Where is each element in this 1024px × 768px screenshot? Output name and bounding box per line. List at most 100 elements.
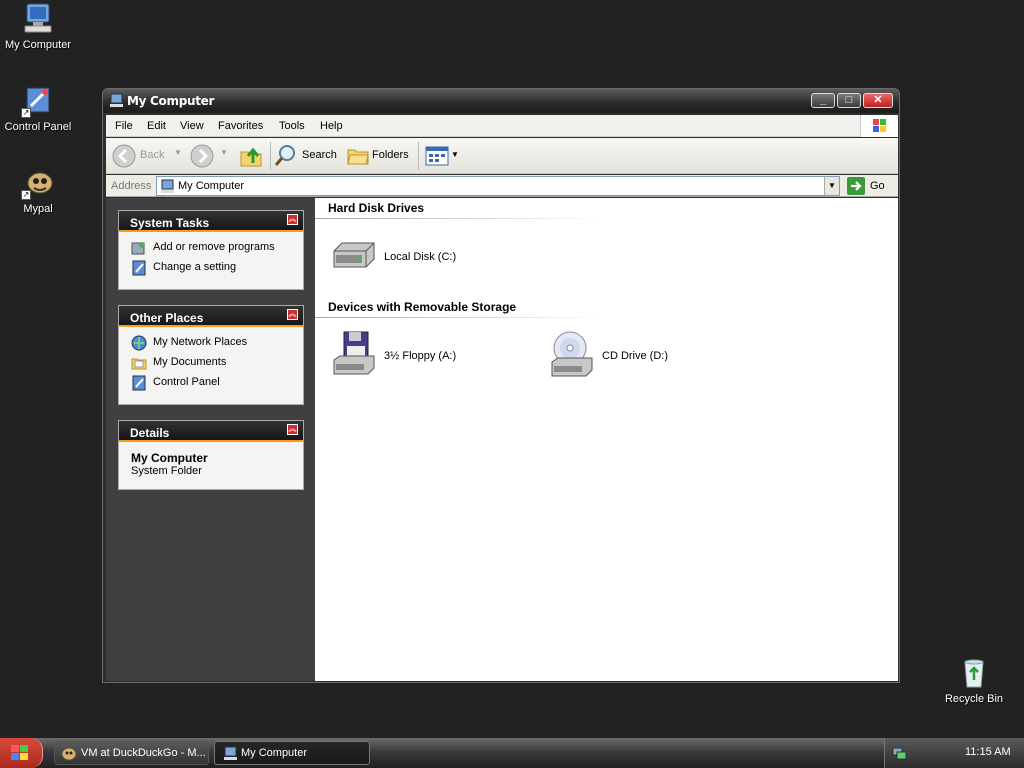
task-label: Add or remove programs <box>153 241 275 253</box>
place-control-panel[interactable]: Control Panel <box>119 373 303 393</box>
place-my-documents[interactable]: My Documents <box>119 353 303 373</box>
other-places-panel: Other Places ︽ My Network Places My Docu… <box>118 305 304 405</box>
window-computer-icon <box>109 93 124 108</box>
hard-disk-icon <box>333 242 375 268</box>
search-button[interactable]: Search <box>274 144 338 168</box>
other-places-header[interactable]: Other Places ︽ <box>119 306 303 327</box>
views-dropdown-icon: ▼ <box>451 150 459 159</box>
maximize-button[interactable]: □ <box>837 93 861 108</box>
desktop-icon-label: Mypal <box>23 203 53 215</box>
search-icon <box>274 145 295 166</box>
close-button[interactable]: ✕ <box>863 93 893 108</box>
place-my-network-places[interactable]: My Network Places <box>119 333 303 353</box>
back-label: Back <box>140 149 165 161</box>
desktop-icon-mypal[interactable]: ↗ Mypal <box>0 166 78 215</box>
address-label: Address <box>111 180 152 192</box>
menu-tools[interactable]: Tools <box>279 120 305 132</box>
control-panel-small-icon <box>131 375 147 391</box>
system-tasks-header[interactable]: System Tasks ︽ <box>119 211 303 232</box>
go-arrow-icon <box>847 177 865 195</box>
collapse-chevron-icon[interactable]: ︽ <box>287 309 298 320</box>
task-change-setting[interactable]: Change a setting <box>119 258 303 278</box>
taskbar-button-vm[interactable]: VM at DuckDuckGo - M... <box>54 741 209 765</box>
desktop-icon-label: Recycle Bin <box>944 693 1004 705</box>
mypal-small-icon <box>61 747 77 761</box>
start-button[interactable] <box>0 738 43 768</box>
taskbar-button-my-computer[interactable]: My Computer <box>214 741 370 765</box>
up-folder-button[interactable] <box>238 143 264 169</box>
forward-button[interactable]: ▼ <box>190 144 230 168</box>
back-dropdown-icon: ▼ <box>174 148 182 157</box>
drive-label: CD Drive (D:) <box>602 350 668 362</box>
cd-drive-icon <box>551 331 593 377</box>
menu-help[interactable]: Help <box>320 120 343 132</box>
place-label: Control Panel <box>153 376 220 388</box>
go-button[interactable]: Go <box>846 176 894 196</box>
taskbar: VM at DuckDuckGo - M... My Computer 11:1… <box>0 738 1024 768</box>
task-pane: System Tasks ︽ Add or remove programs Ch… <box>106 198 315 681</box>
address-computer-icon <box>161 179 174 193</box>
folders-label: Folders <box>372 149 409 161</box>
address-value: My Computer <box>178 180 245 192</box>
section-title: Hard Disk Drives <box>328 201 425 215</box>
recycle-bin-icon <box>957 656 991 690</box>
address-bar: Address My Computer ▼ Go <box>106 175 898 197</box>
details-panel: Details ︽ My Computer System Folder <box>118 420 304 490</box>
folders-button[interactable]: Folders <box>346 144 412 168</box>
up-folder-icon <box>240 147 262 167</box>
system-tasks-panel: System Tasks ︽ Add or remove programs Ch… <box>118 210 304 290</box>
minimize-button[interactable]: _ <box>811 93 835 108</box>
drive-label: 3½ Floppy (A:) <box>384 350 457 362</box>
task-label: VM at DuckDuckGo - M... <box>81 747 206 759</box>
desktop-icon-control-panel[interactable]: ↗ Control Panel <box>0 84 78 133</box>
menu-edit[interactable]: Edit <box>147 120 166 132</box>
desktop-icon-recycle-bin[interactable]: Recycle Bin <box>934 656 1014 705</box>
details-header[interactable]: Details ︽ <box>119 421 303 442</box>
place-label: My Network Places <box>153 336 248 348</box>
title-bar[interactable]: My Computer _ □ ✕ <box>103 89 899 113</box>
window-title: My Computer <box>127 94 215 108</box>
section-header-hard-disk-drives: Hard Disk Drives <box>315 201 615 219</box>
views-button[interactable]: ▼ <box>424 144 460 168</box>
explorer-window: My Computer _ □ ✕ File Edit View Favorit… <box>102 88 900 683</box>
address-dropdown-button[interactable]: ▼ <box>824 177 839 195</box>
task-add-remove-programs[interactable]: Add or remove programs <box>119 238 303 258</box>
details-type: System Folder <box>131 465 202 477</box>
computer-icon <box>21 2 55 36</box>
control-panel-icon: ↗ <box>21 84 55 118</box>
add-remove-programs-icon <box>131 240 147 256</box>
details-title: Details <box>130 426 170 440</box>
back-arrow-icon <box>112 144 136 168</box>
views-icon <box>425 146 449 166</box>
desktop-icon-label: My Computer <box>4 39 72 51</box>
go-label: Go <box>870 180 885 192</box>
network-tray-icon[interactable] <box>891 745 907 761</box>
address-field[interactable]: My Computer ▼ <box>156 176 840 196</box>
system-tray: 11:15 AM <box>884 738 1024 768</box>
forward-arrow-icon <box>190 144 214 168</box>
menu-file[interactable]: File <box>115 120 133 132</box>
file-list-view: Hard Disk Drives Local Disk (C:) Devices… <box>315 198 898 681</box>
desktop-icon-my-computer[interactable]: My Computer <box>0 2 78 51</box>
task-label: My Computer <box>241 747 308 759</box>
collapse-chevron-icon[interactable]: ︽ <box>287 214 298 225</box>
folders-icon <box>347 149 369 165</box>
section-header-removable-storage: Devices with Removable Storage <box>315 300 615 318</box>
control-panel-small-icon <box>131 260 147 276</box>
clock[interactable]: 11:15 AM <box>965 746 1011 758</box>
menu-bar: File Edit View Favorites Tools Help <box>106 115 898 137</box>
collapse-chevron-icon[interactable]: ︽ <box>287 424 298 435</box>
menu-view[interactable]: View <box>180 120 204 132</box>
computer-small-icon <box>224 746 237 760</box>
desktop-icon-label: Control Panel <box>4 121 72 133</box>
section-title: Devices with Removable Storage <box>328 300 517 314</box>
shortcut-arrow-icon: ↗ <box>21 108 31 118</box>
documents-folder-icon <box>131 355 147 371</box>
floppy-drive-icon <box>333 331 375 375</box>
menu-favorites[interactable]: Favorites <box>218 120 263 132</box>
search-label: Search <box>302 149 337 161</box>
back-button[interactable]: Back ▼ <box>112 144 182 168</box>
windows-logo-icon <box>860 115 898 137</box>
place-label: My Documents <box>153 356 227 368</box>
mypal-icon: ↗ <box>21 166 55 200</box>
